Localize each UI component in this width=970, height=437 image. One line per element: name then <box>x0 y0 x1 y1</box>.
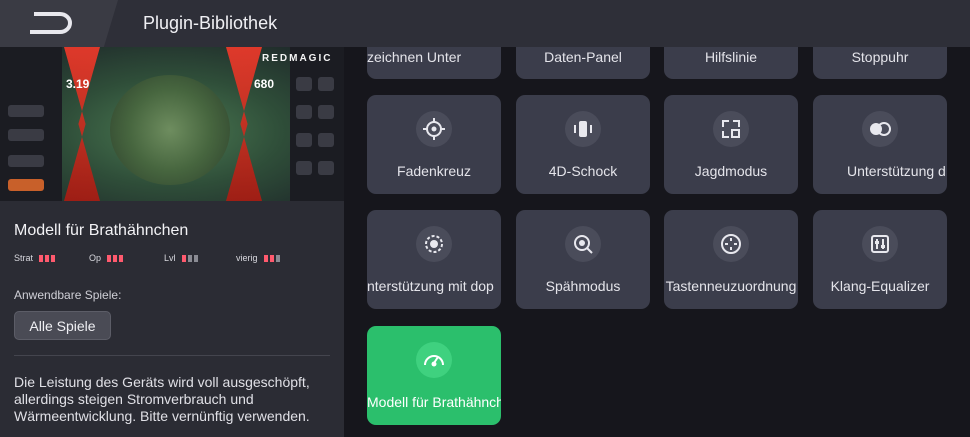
stat-difficulty: vierig <box>236 253 282 264</box>
plugin-title: Modell für Brathähnchen <box>14 222 189 239</box>
stat-op: Op <box>89 253 125 264</box>
tile-label: Tastenneuzuordnung <box>665 278 797 294</box>
tile-label: 4D-Schock <box>548 163 618 179</box>
preview-stat-left: 3.19 <box>66 77 90 91</box>
plugin-tile-key-remap[interactable]: Tastenneuzuordnung <box>664 210 798 309</box>
plugin-tile-4d-shock[interactable]: 4D-Schock <box>516 95 650 194</box>
plugin-tile-performance-model[interactable]: Modell für Brathähnche <box>367 326 501 425</box>
preview-stat-right: 680 <box>254 77 275 91</box>
game-preview-image: REDMAGIC 3.19 680 <box>0 47 344 201</box>
tile-label: Daten-Panel <box>544 49 622 65</box>
applicable-games-label: Anwendbare Spiele: <box>14 288 122 302</box>
equalizer-icon <box>862 226 898 262</box>
plugin-tile-scout-mode[interactable]: Spähmodus <box>516 210 650 309</box>
preview-left-toolbar <box>0 47 62 201</box>
preview-right-toolbar <box>290 47 344 201</box>
plugin-tile-drawing[interactable]: zeichnen Unter <box>367 47 501 79</box>
left-light-bar <box>64 47 100 201</box>
back-button[interactable] <box>0 0 118 47</box>
tile-label: Fadenkreuz <box>397 163 471 179</box>
tile-label: Hilfslinie <box>704 49 758 65</box>
right-light-bar <box>226 47 262 201</box>
plugin-tile-crosshair[interactable]: Fadenkreuz <box>367 95 501 194</box>
plugin-detail-panel: REDMAGIC 3.19 680 Modell für Brathähnche… <box>0 47 344 437</box>
divider <box>14 355 330 356</box>
speedometer-icon <box>416 342 452 378</box>
stat-lvl: Lvl <box>164 253 200 264</box>
tile-label: Spähmodus <box>545 278 621 294</box>
plugin-tile-stopwatch[interactable]: Stoppuhr <box>813 47 947 79</box>
page-title: Plugin-Bibliothek <box>143 13 278 33</box>
plugin-description: Die Leistung des Geräts wird voll ausges… <box>14 374 310 424</box>
vibration-icon <box>565 111 601 147</box>
tile-label: Klang-Equalizer <box>830 278 930 294</box>
all-games-button[interactable]: Alle Spiele <box>14 311 111 340</box>
double-ring-icon <box>416 226 452 262</box>
plugin-tile-support[interactable]: Unterstützung d <box>813 95 947 194</box>
hunt-mode-icon <box>713 111 749 147</box>
key-remap-icon <box>713 226 749 262</box>
crosshair-icon <box>416 111 452 147</box>
plugin-tile-guideline[interactable]: Hilfslinie <box>664 47 798 79</box>
tile-label: Jagdmodus <box>694 163 768 179</box>
plugin-grid: zeichnen Unter Daten-Panel Hilfslinie St… <box>344 47 970 437</box>
arena-graphic <box>110 75 230 185</box>
scout-icon <box>565 226 601 262</box>
dual-circle-icon <box>862 111 898 147</box>
top-bar: Plugin-Bibliothek <box>0 0 970 47</box>
tile-label: Unterstützung d <box>847 163 946 179</box>
plugin-tile-data-panel[interactable]: Daten-Panel <box>516 47 650 79</box>
plugin-stats: Strat Op Lvl vierig <box>14 253 334 267</box>
plugin-tile-equalizer[interactable]: Klang-Equalizer <box>813 210 947 309</box>
tile-label: Modell für Brathähnche <box>367 394 501 410</box>
tile-label: zeichnen Unter <box>367 49 462 65</box>
brand-back-icon <box>30 12 72 34</box>
tile-label: Stoppuhr <box>851 49 909 65</box>
preview-brand-logo: REDMAGIC <box>262 53 333 64</box>
plugin-tile-double-support[interactable]: nterstützung mit dop <box>367 210 501 309</box>
stat-strat: Strat <box>14 253 57 264</box>
plugin-tile-hunt-mode[interactable]: Jagdmodus <box>664 95 798 194</box>
tile-label: nterstützung mit dop <box>367 278 494 294</box>
